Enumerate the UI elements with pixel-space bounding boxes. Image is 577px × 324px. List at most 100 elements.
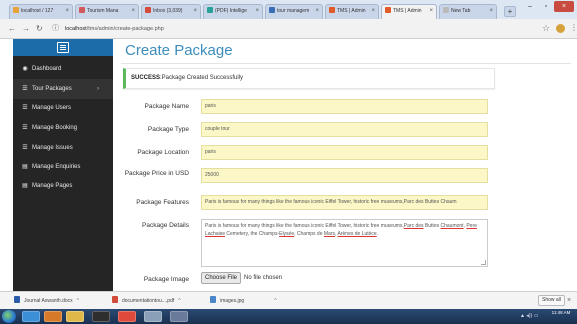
package-name-label: Package Name <box>144 103 189 110</box>
close-icon[interactable]: × <box>65 5 69 18</box>
window-close-icon[interactable]: × <box>554 1 574 12</box>
tab-favicon <box>385 7 391 13</box>
admin-sidebar: ◉ Dashboard ☰ Tour Packages › ☰ Manage Users… <box>13 39 113 291</box>
sidebar-item-tour-packages[interactable]: ☰ Tour Packages › <box>13 79 113 99</box>
package-details-label: Package Details <box>142 222 189 229</box>
file-icon: ▤ <box>22 183 28 189</box>
main-content: Create Package SUCCESS:Package Created S… <box>113 39 577 291</box>
chrome-icon[interactable] <box>118 311 136 322</box>
package-features-input[interactable]: Paris is famous for many things like the… <box>201 195 488 210</box>
bookmark-star-icon[interactable]: ☆ <box>542 23 550 33</box>
chevron-up-icon[interactable]: ^ <box>77 298 79 304</box>
resize-grip-icon[interactable] <box>481 260 486 265</box>
ie-icon[interactable] <box>22 311 40 322</box>
close-icon[interactable]: × <box>429 5 433 18</box>
sidebar-item-manage-users[interactable]: ☰ Manage Users <box>13 98 113 118</box>
divider <box>121 63 571 64</box>
package-image-label: Package Image <box>143 276 189 283</box>
package-location-label: Package Location <box>137 149 189 156</box>
terminal-icon[interactable] <box>92 311 110 322</box>
package-features-label: Package Features <box>136 199 189 206</box>
package-details-textarea[interactable]: Paris is famous for many things like the… <box>201 219 488 267</box>
browser-tab-strip: localhost / 127 × Tourism Mana × Inbox (3,… <box>0 0 577 19</box>
tab-favicon <box>207 7 213 13</box>
dashboard-icon: ◉ <box>22 66 28 72</box>
pdf-icon <box>112 296 118 303</box>
tab-favicon <box>269 7 275 13</box>
show-all-downloads-button[interactable]: Show all <box>538 295 565 306</box>
forward-arrow-icon[interactable]: → <box>22 24 30 34</box>
list-icon: ☰ <box>22 125 28 131</box>
sidebar-item-manage-issues[interactable]: ☰ Manage Issues <box>13 138 113 158</box>
file-status: No file chosen <box>244 275 283 281</box>
sidebar-item-manage-pages[interactable]: ▤ Manage Pages <box>13 176 113 196</box>
close-icon[interactable]: × <box>193 5 197 18</box>
package-type-input[interactable]: couple tour <box>201 122 488 137</box>
system-tray[interactable]: ▲ ◂)) ▭ <box>520 312 538 321</box>
browser-tab[interactable]: New Tab × <box>439 4 497 19</box>
info-icon[interactable]: ⓘ <box>52 24 59 34</box>
new-tab-button[interactable]: + <box>504 6 516 17</box>
download-shelf: Journal Aswanth.docx ^ documentationtou..… <box>0 291 577 309</box>
start-button[interactable] <box>2 310 16 323</box>
package-price-input[interactable]: 25000 <box>201 168 488 183</box>
close-icon[interactable]: × <box>131 5 135 18</box>
download-item[interactable]: Journal Aswanth.docx ^ <box>14 296 79 306</box>
chevron-up-icon[interactable]: ^ <box>178 298 180 304</box>
browser-tab[interactable]: Inbox (3,039) × <box>141 4 201 19</box>
sidebar-item-dashboard[interactable]: ◉ Dashboard <box>13 59 113 79</box>
maximize-icon[interactable]: ▫ <box>538 1 554 12</box>
list-icon: ☰ <box>22 105 28 111</box>
browser-tab[interactable]: TMS | Admin × <box>325 4 379 19</box>
image-file-icon <box>210 296 216 303</box>
windows-taskbar: ▲ ◂)) ▭ 11:48 AM <box>0 309 577 324</box>
browser-tab[interactable]: (PDF) Intellige × <box>203 4 263 19</box>
minimize-icon[interactable]: – <box>522 1 538 12</box>
tab-favicon <box>13 7 19 13</box>
reload-icon[interactable]: ↻ <box>36 24 43 34</box>
package-price-label: Package Price in USD <box>124 170 189 177</box>
close-icon[interactable]: × <box>255 5 259 18</box>
hamburger-menu-icon[interactable] <box>57 42 69 53</box>
word-doc-icon <box>14 296 20 303</box>
gmail-icon <box>145 7 151 13</box>
package-type-label: Package Type <box>147 126 189 133</box>
page-title: Create Package <box>125 42 233 59</box>
close-icon[interactable]: × <box>315 5 319 18</box>
browser-toolbar: ← → ↻ ⓘ localhost/tms/admin/create-packa… <box>0 19 577 39</box>
close-icon[interactable]: × <box>489 5 493 18</box>
close-icon[interactable]: × <box>567 295 571 306</box>
chevron-up-icon[interactable]: ^ <box>274 298 276 304</box>
close-icon[interactable]: × <box>371 5 375 18</box>
sidebar-item-manage-enquiries[interactable]: ▤ Manage Enquiries <box>13 157 113 177</box>
list-icon: ☰ <box>22 145 28 151</box>
media-icon[interactable] <box>44 311 62 322</box>
sidebar-item-manage-booking[interactable]: ☰ Manage Booking <box>13 118 113 138</box>
package-location-input[interactable]: paris <box>201 145 488 160</box>
chevron-right-icon: › <box>97 86 99 92</box>
back-arrow-icon[interactable]: ← <box>8 24 16 34</box>
tab-favicon <box>443 7 449 13</box>
list-icon: ☰ <box>22 86 28 92</box>
tool-icon[interactable] <box>144 311 162 322</box>
download-item[interactable]: documentationtou....pdf ^ <box>112 296 181 306</box>
tab-favicon <box>329 7 335 13</box>
alert-strong: SUCCESS <box>131 75 161 81</box>
package-name-input[interactable]: paris <box>201 99 488 114</box>
sidebar-header <box>13 39 113 56</box>
download-item[interactable]: images.jpg ^ <box>210 296 277 306</box>
browser-tab[interactable]: tour managem × <box>265 4 323 19</box>
file-icon: ▤ <box>22 164 28 170</box>
explorer-icon[interactable] <box>66 311 84 322</box>
alert-message: :Package Created Successfully <box>160 75 244 81</box>
tab-favicon <box>79 7 85 13</box>
extension-icon[interactable] <box>556 24 565 33</box>
browser-tab[interactable]: Tourism Mana × <box>75 4 139 19</box>
browser-tab[interactable]: localhost / 127 × <box>9 4 73 19</box>
menu-dots-icon[interactable]: ⋮ <box>570 23 577 33</box>
app-icon[interactable] <box>170 311 188 322</box>
address-bar[interactable]: localhost/tms/admin/create-package.php <box>65 24 164 34</box>
taskbar-clock[interactable]: 11:48 AM <box>548 310 574 316</box>
browser-tab-active[interactable]: TMS | Admin × <box>381 4 437 19</box>
choose-file-button[interactable]: Choose File <box>201 272 242 284</box>
